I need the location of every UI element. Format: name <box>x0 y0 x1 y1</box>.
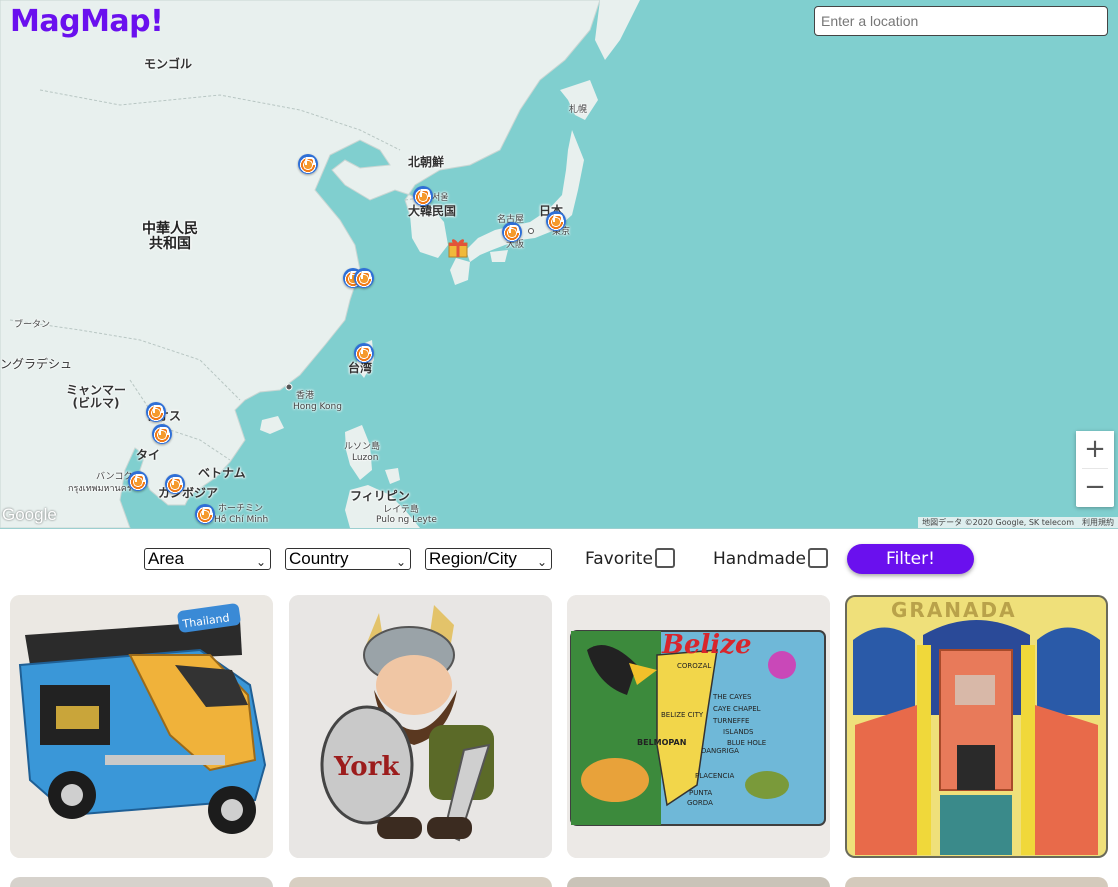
attribution-text: 地図データ ©2020 Google, SK telecom <box>922 518 1074 527</box>
label-bhutan: ブータン <box>14 320 51 330</box>
belize-turneffe: TURNEFFE <box>712 717 749 725</box>
viking-magnet-image: York <box>289 595 552 858</box>
label-myanmar-line2: (ビルマ) <box>72 395 120 410</box>
belize-title: Belize <box>661 630 752 660</box>
belize-belmopan: BELMOPAN <box>637 738 686 747</box>
magnet-marker[interactable] <box>146 402 166 422</box>
magnet-card[interactable] <box>10 877 273 887</box>
label-myanmar: ミャンマー (ビルマ) <box>66 384 126 409</box>
label-leyte: Pulo ng Leyte <box>376 515 437 525</box>
magnet-card-york[interactable]: York <box>289 595 552 858</box>
magnet-marker[interactable] <box>354 268 374 288</box>
app-title[interactable]: MagMap! <box>10 4 164 39</box>
belize-the-cayes: THE CAYES <box>712 693 752 701</box>
label-mongolia: モンゴル <box>144 57 193 71</box>
zoom-out-button[interactable]: − <box>1076 469 1114 506</box>
handmade-checkbox[interactable] <box>808 548 828 568</box>
magnet-marker[interactable] <box>546 211 566 231</box>
belize-caye-chapel: CAYE CHAPEL <box>713 705 761 713</box>
belize-blue-hole: BLUE HOLE <box>727 739 766 747</box>
label-bangkok-thai: กรุงเทพมหานคร <box>68 484 132 494</box>
label-hongkong: Hong Kong <box>293 402 342 412</box>
magnet-card[interactable] <box>289 877 552 887</box>
google-logo[interactable]: Google <box>2 505 57 525</box>
label-luzon-jp: ルソン島 <box>344 442 381 452</box>
magnet-card[interactable] <box>567 877 830 887</box>
belize-punta: PUNTA <box>689 789 712 797</box>
chevron-down-icon: ⌄ <box>536 555 547 569</box>
label-hcmc: Hồ Chí Minh <box>214 515 269 525</box>
magnet-marker[interactable] <box>413 186 433 206</box>
handmade-label: Handmade <box>713 549 806 569</box>
belize-map-magnet-image: Belize COROZAL BELIZE CITY BELMOPAN THE … <box>567 595 830 858</box>
magnet-card-granada[interactable]: GRANADA <box>845 595 1108 858</box>
belize-gorda: GORDA <box>687 799 713 807</box>
country-select[interactable]: Country ⌄ <box>285 548 411 570</box>
label-seoul: 서울 <box>432 193 449 203</box>
magnet-marker[interactable] <box>298 154 318 174</box>
belize-belize-city: BELIZE CITY <box>661 711 704 719</box>
label-vietnam: ベトナム <box>198 466 246 480</box>
magnet-marker[interactable] <box>195 504 215 524</box>
magnet-marker[interactable] <box>165 474 185 494</box>
magnet-card-belize[interactable]: Belize COROZAL BELIZE CITY BELMOPAN THE … <box>567 595 830 858</box>
filter-button[interactable]: Filter! <box>847 544 974 574</box>
label-hcmc-jp: ホーチミン <box>218 504 264 514</box>
label-myanmar-line1: ミャンマー <box>66 383 127 397</box>
belize-corozal: COROZAL <box>677 662 711 670</box>
label-north-korea: 北朝鮮 <box>408 155 445 169</box>
favorite-label: Favorite <box>585 549 653 569</box>
magnet-card-thailand[interactable]: Thailand <box>10 595 273 858</box>
map-attribution: 地図データ ©2020 Google, SK telecom 利用規約 <box>918 517 1118 528</box>
belize-placencia: PLACENCIA <box>695 772 734 780</box>
filter-bar: Area ⌄ Country ⌄ Region/City ⌄ Favorite … <box>0 540 1118 580</box>
country-select-value: Country <box>289 549 349 568</box>
label-philippines: フィリピン <box>350 489 410 503</box>
favorite-checkbox[interactable] <box>655 548 675 568</box>
label-sapporo: 札幌 <box>569 105 588 115</box>
map-base <box>0 0 1118 528</box>
gift-marker-icon[interactable] <box>448 236 468 258</box>
tuk-tuk-magnet-image: Thailand <box>10 595 273 858</box>
magnet-marker[interactable] <box>502 222 522 242</box>
label-china-line2: 共和国 <box>149 235 191 252</box>
area-select-value: Area <box>148 549 184 568</box>
label-bangkok: バンコク <box>96 472 133 482</box>
location-search-input[interactable] <box>814 6 1108 36</box>
label-bangladesh: ングラデシュ <box>0 357 73 371</box>
magnet-marker[interactable] <box>354 343 374 363</box>
granada-text: GRANADA <box>891 598 1017 622</box>
label-china: 中華人民 共和国 <box>142 222 198 251</box>
chevron-down-icon: ⌄ <box>395 555 406 569</box>
zoom-control: + − <box>1076 431 1114 507</box>
label-taiwan: 台湾 <box>348 361 373 375</box>
map[interactable]: モンゴル 北朝鮮 서울 大韓民国 中華人民 共和国 札幌 日本 名古屋 大阪 東… <box>0 0 1118 529</box>
chevron-down-icon: ⌄ <box>255 555 266 569</box>
label-osaka: 大阪 <box>506 240 525 250</box>
label-hongkong-jp: 香港 <box>296 391 315 401</box>
label-china-line1: 中華人民 <box>142 221 198 237</box>
region-select-value: Region/City <box>429 549 517 568</box>
label-south-korea: 大韓民国 <box>408 204 457 218</box>
terms-link[interactable]: 利用規約 <box>1082 518 1114 527</box>
area-select[interactable]: Area ⌄ <box>144 548 271 570</box>
label-luzon: Luzon <box>352 453 379 463</box>
magnet-marker[interactable] <box>152 424 172 444</box>
zoom-in-button[interactable]: + <box>1076 431 1114 468</box>
alhambra-tile-magnet-image: GRANADA <box>845 595 1108 858</box>
belize-dangriga: DANGRIGA <box>701 747 739 755</box>
magnet-marker[interactable] <box>128 471 148 491</box>
belize-islands: ISLANDS <box>723 728 754 736</box>
label-thailand: タイ <box>136 448 161 462</box>
shield-text: York <box>333 752 400 782</box>
magnet-card[interactable] <box>845 877 1108 887</box>
region-select[interactable]: Region/City ⌄ <box>425 548 552 570</box>
